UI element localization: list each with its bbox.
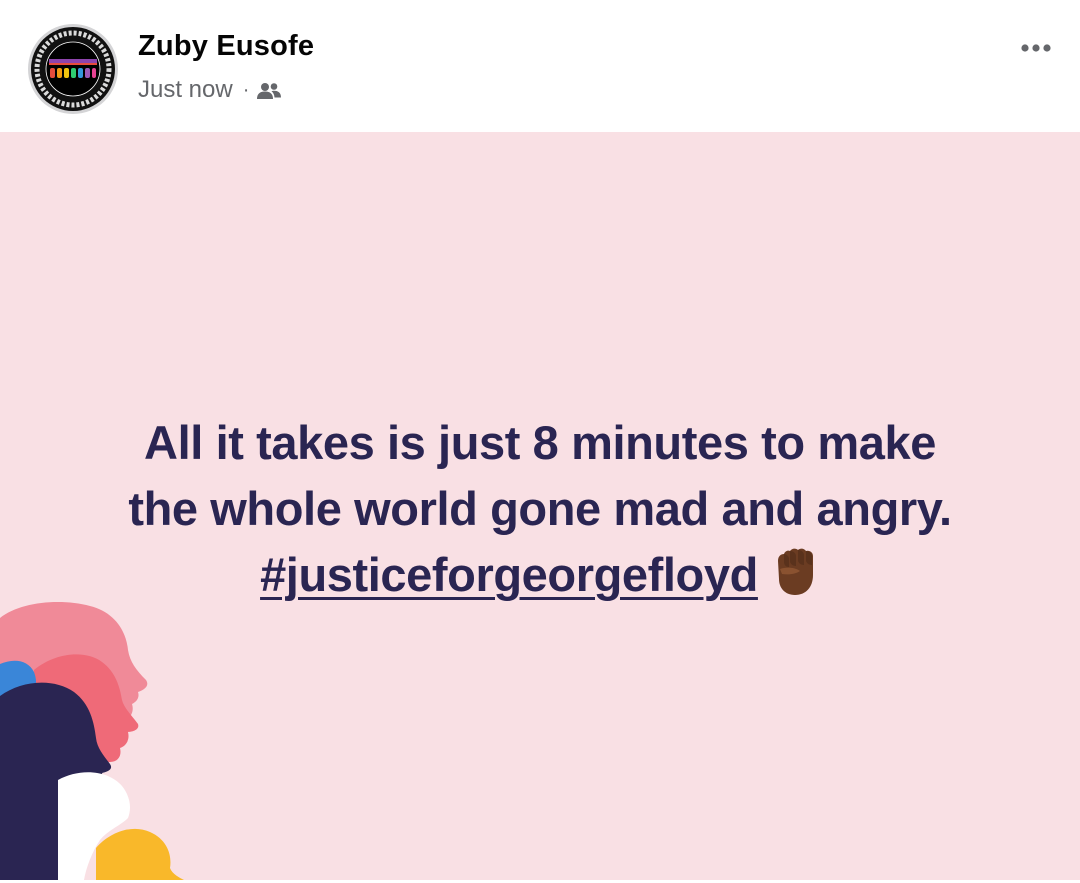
meta-separator: · xyxy=(242,78,250,101)
facebook-post: Zuby Eusofe Just now · All it takes is j… xyxy=(0,0,1080,883)
post-meta: Just now · xyxy=(138,74,282,106)
avatar[interactable] xyxy=(28,24,118,114)
post-text-line-2: the whole world gone mad and angry. xyxy=(128,482,952,535)
more-options-icon xyxy=(1021,44,1051,52)
post-body: All it takes is just 8 minutes to make t… xyxy=(0,132,1080,880)
raised-fist-emoji xyxy=(772,547,820,597)
author-name[interactable]: Zuby Eusofe xyxy=(138,30,314,63)
post-timestamp[interactable]: Just now xyxy=(138,76,233,104)
post-text: All it takes is just 8 minutes to make t… xyxy=(30,410,1050,608)
friends-icon[interactable] xyxy=(257,80,282,100)
post-header: Zuby Eusofe Just now · xyxy=(0,0,1080,132)
post-text-line-3: #justiceforgeorgefloyd xyxy=(30,542,1050,608)
post-text-line-1: All it takes is just 8 minutes to make xyxy=(144,416,936,469)
hashtag-link[interactable]: #justiceforgeorgefloyd xyxy=(260,548,758,601)
women-silhouettes-illustration xyxy=(0,602,184,880)
more-options-button[interactable] xyxy=(1012,34,1060,62)
black-lives-matter-badge-icon xyxy=(31,27,115,111)
